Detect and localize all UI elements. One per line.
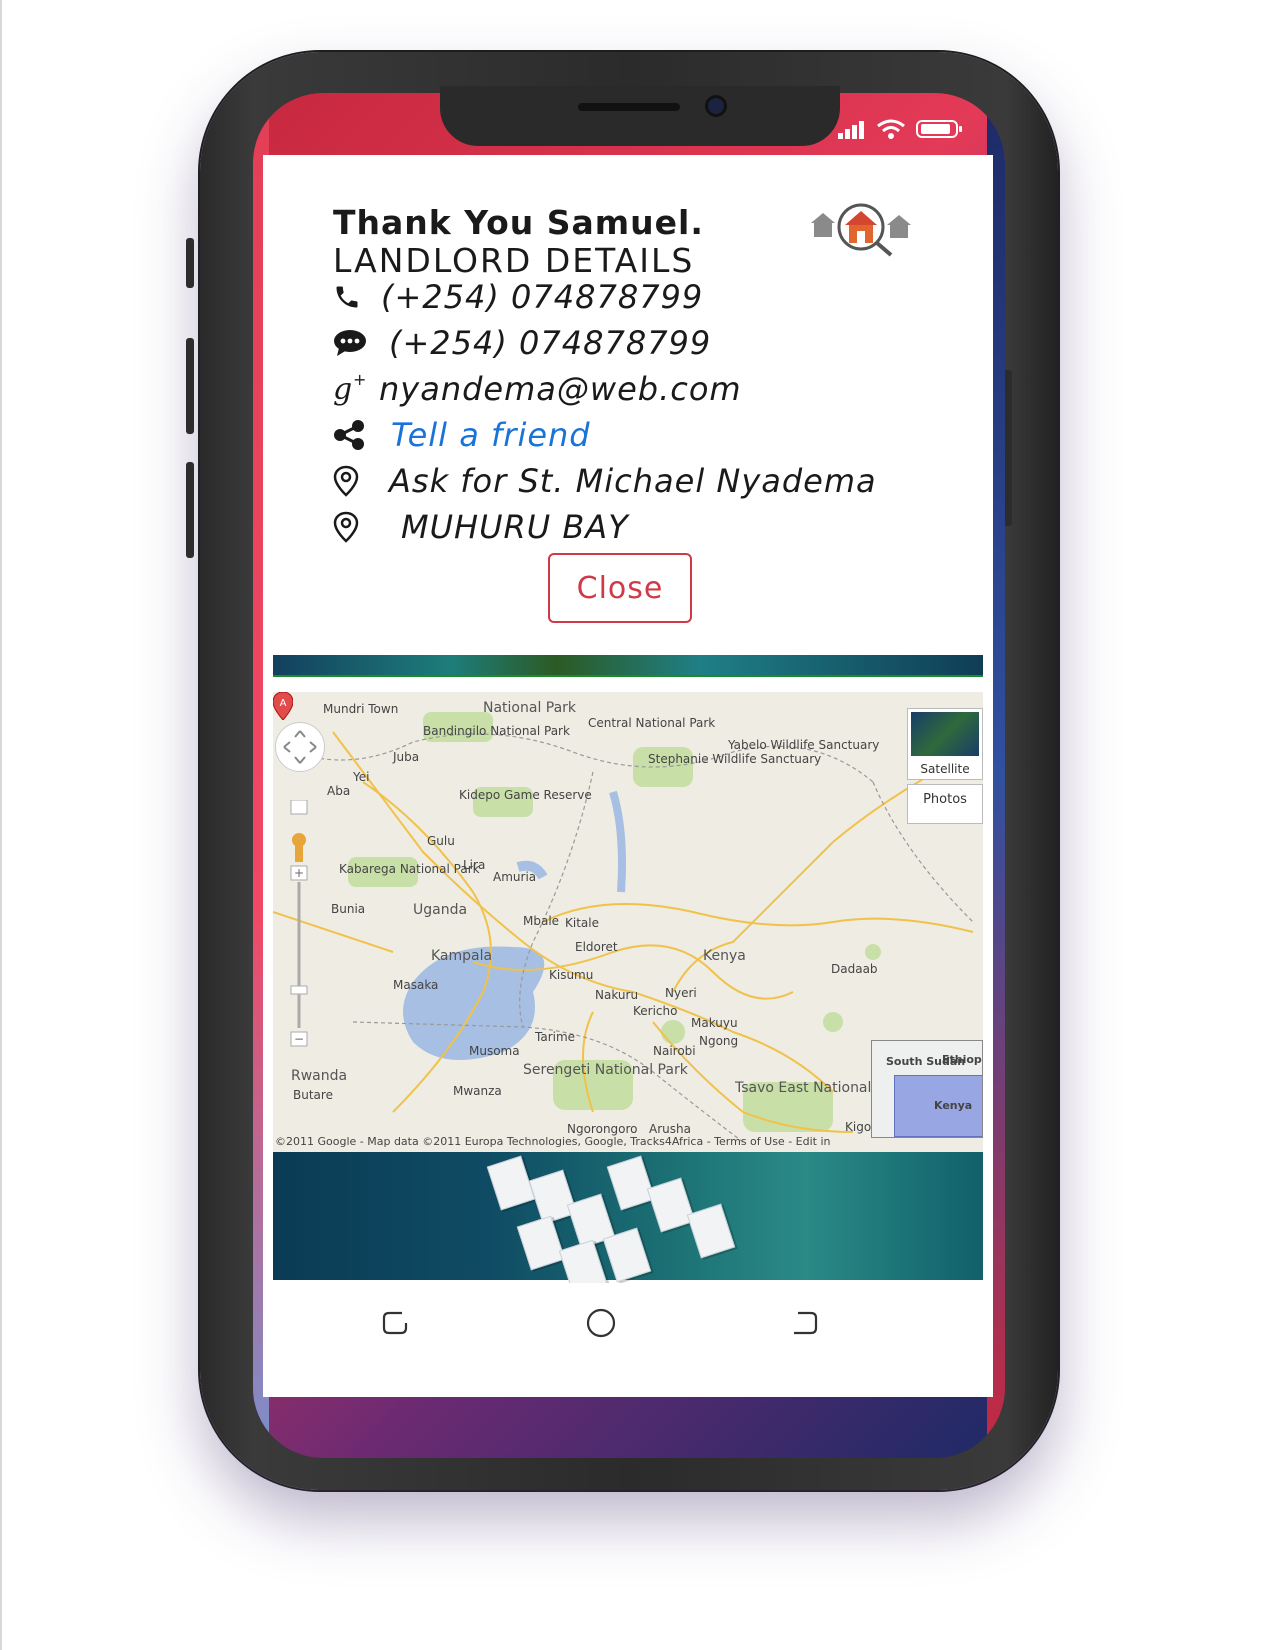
location-row: MUHURU BAY: [333, 505, 629, 549]
svg-text:+: +: [353, 371, 366, 389]
map-label: Bunia: [331, 902, 366, 916]
map-label: Eldoret: [575, 940, 618, 954]
map-label: Makuyu: [691, 1016, 738, 1030]
google-plus-icon: g +: [333, 369, 373, 409]
phone-number: (+254) 074878799: [381, 278, 704, 316]
mute-switch: [186, 238, 194, 288]
map-label: Juba: [393, 750, 420, 764]
map-marker-icon[interactable]: A: [273, 692, 293, 720]
email-address: nyandema@web.com: [379, 370, 742, 408]
map-label: Kabarega National Park: [339, 862, 480, 876]
map-label: Nakuru: [595, 988, 639, 1002]
status-bar: [838, 118, 962, 140]
home-button[interactable]: [581, 1305, 621, 1341]
map-label: Nyeri: [665, 986, 697, 1000]
zoom-slider[interactable]: + −: [289, 800, 308, 1048]
signal-icon: [838, 120, 866, 139]
photos-toggle[interactable]: Photos: [907, 784, 983, 824]
map-label: Mundri Town: [323, 702, 399, 716]
tell-a-friend-link[interactable]: Tell a friend: [391, 416, 591, 454]
map-label: Kidepo Game Reserve: [459, 788, 592, 802]
map-label: Uganda: [413, 902, 468, 918]
thank-you-text: Thank You Samuel.: [333, 203, 704, 242]
volume-up-button: [186, 338, 194, 434]
back-button[interactable]: [785, 1305, 825, 1341]
map-label: Kitale: [565, 916, 599, 930]
overview-minimap[interactable]: South Sudan Ethiopi Kenya: [871, 1040, 983, 1138]
map-label: Kampala: [431, 948, 493, 964]
map-label: Mbale: [523, 914, 560, 928]
map-label: Nairobi: [653, 1044, 696, 1058]
map-label: Stephanie Wildlife Sanctuary: [648, 752, 822, 766]
map-label: Aba: [327, 784, 351, 798]
map-copyright: ©2011 Google - Map data ©2011 Europa Tec…: [275, 1135, 831, 1148]
front-camera: [708, 98, 724, 114]
contact-person-row: Ask for St. Michael Nyadema: [333, 459, 877, 503]
svg-text:A: A: [280, 698, 287, 709]
map-label: Yabelo Wildlife Sanctuary: [728, 738, 880, 752]
sms-number: (+254) 074878799: [389, 324, 712, 362]
system-nav-bar: [263, 1283, 993, 1363]
recent-apps-button[interactable]: [375, 1305, 415, 1341]
speaker: [578, 103, 680, 111]
map-pin-icon: [333, 507, 373, 547]
map-label: Musoma: [469, 1044, 520, 1058]
svg-text:+: +: [294, 866, 304, 880]
chat-icon: [333, 323, 373, 363]
close-button[interactable]: Close: [548, 553, 692, 623]
map-label: Butare: [293, 1088, 333, 1102]
map-label: Gulu: [427, 834, 455, 848]
wifi-icon: [877, 119, 905, 139]
map-label: Dadaab: [831, 962, 878, 976]
house-search-logo-icon: [811, 203, 911, 257]
map-label: Rwanda: [291, 1068, 348, 1084]
map-label: Central National Park: [588, 716, 716, 730]
map-label: Ngong: [699, 1034, 739, 1048]
map-view[interactable]: Mundri Town Bandingilo National Park Nat…: [273, 692, 983, 1152]
map-label: Tarime: [535, 1030, 576, 1044]
share-row[interactable]: Tell a friend: [333, 413, 591, 457]
location-name: MUHURU BAY: [401, 508, 629, 546]
map-label: Masaka: [393, 978, 439, 992]
sms-row[interactable]: (+254) 074878799: [333, 321, 711, 365]
share-icon: [333, 415, 373, 455]
map-label: National Park: [483, 700, 577, 716]
map-label: Yei: [353, 770, 370, 784]
map-label: Amuria: [493, 870, 537, 884]
satellite-toggle[interactable]: Satellite: [907, 708, 983, 780]
contact-person: Ask for St. Michael Nyadema: [389, 462, 877, 500]
map-pin-icon: [333, 461, 373, 501]
map-label: Kericho: [633, 1004, 678, 1018]
banner-strip: [273, 655, 983, 677]
email-row[interactable]: g + nyandema@web.com: [333, 367, 742, 411]
map-label: Bandingilo National Park: [423, 724, 570, 738]
pan-control[interactable]: [275, 722, 325, 772]
phone-icon: [333, 277, 373, 317]
map-label: Serengeti National Park: [523, 1062, 688, 1078]
map-label: Kisumu: [549, 968, 594, 982]
svg-text:g: g: [333, 372, 352, 407]
page-edge: [0, 0, 2, 1650]
phone-row[interactable]: (+254) 074878799: [333, 275, 703, 319]
map-label: Ngorongoro: [567, 1122, 638, 1136]
notch: [440, 86, 840, 146]
map-label: Kenya: [703, 948, 746, 964]
power-button: [1004, 370, 1012, 526]
landlord-details-card: Thank You Samuel. LANDLORD DETAILS (+254…: [273, 165, 983, 685]
app-screen: Thank You Samuel. LANDLORD DETAILS (+254…: [263, 155, 993, 1397]
map-label: Mwanza: [453, 1084, 502, 1098]
svg-text:−: −: [294, 1032, 304, 1046]
battery-icon: [916, 120, 962, 138]
volume-down-button: [186, 462, 194, 558]
resort-aerial-image: [273, 1152, 983, 1295]
map-label: Arusha: [649, 1122, 691, 1136]
